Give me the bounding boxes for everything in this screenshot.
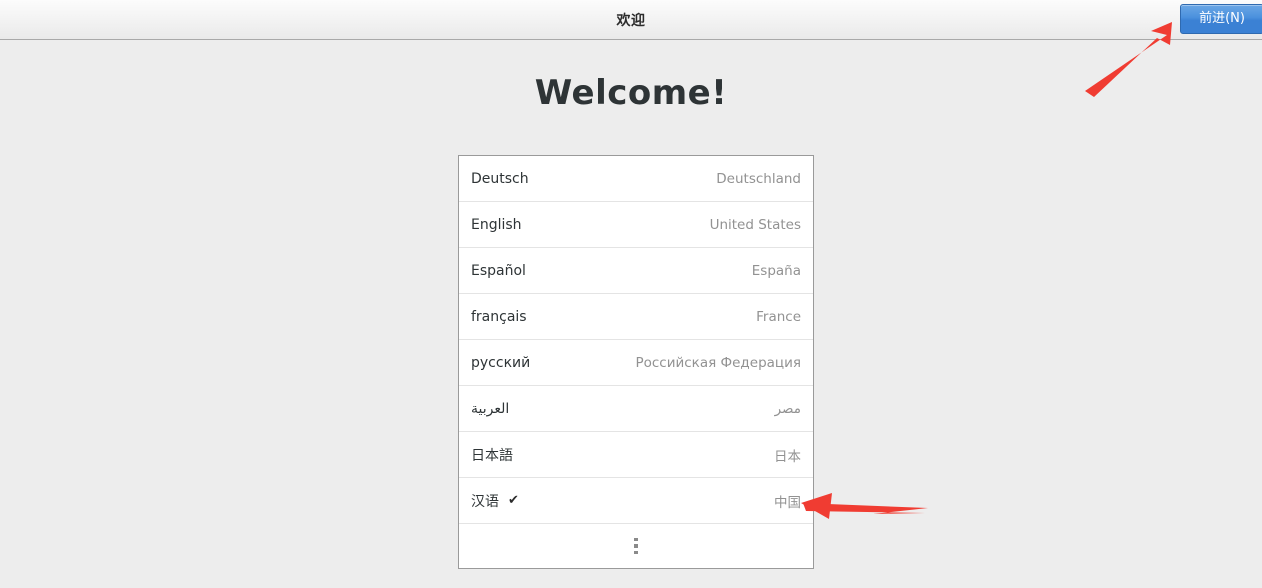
language-name-label: English [471,216,522,233]
more-languages-row[interactable] [459,524,813,568]
language-row[interactable]: 日本語 日本 [459,432,813,478]
language-name: Español [471,263,526,279]
language-region-label: United States [709,216,801,233]
language-name-label: 日本語 [471,447,513,464]
language-row[interactable]: English United States [459,202,813,248]
language-row[interactable]: 汉语 ✔ 中国 [459,478,813,524]
language-row[interactable]: العربية مصر [459,386,813,432]
language-region-label: France [756,308,801,325]
language-region-label: 中国 [774,494,801,511]
language-name-label: français [471,308,527,325]
language-name-label: русский [471,354,531,371]
language-list: Deutsch Deutschland English United States Es… [458,155,814,569]
language-name: français [471,309,527,325]
language-row[interactable]: русский Российская Федерация [459,340,813,386]
language-name-label: العربية [471,400,510,417]
language-row[interactable]: Español España [459,248,813,294]
language-row[interactable]: français France [459,294,813,340]
language-name: Deutsch [471,171,529,187]
check-icon: ✔ [508,493,519,508]
language-row[interactable]: Deutsch Deutschland [459,156,813,202]
language-name: 汉语 ✔ [471,491,519,511]
language-name-label: Deutsch [471,170,529,187]
page-title: Welcome! [534,73,728,113]
more-vertical-icon [634,537,638,555]
language-name: العربية [471,401,509,417]
language-region-label: España [751,262,801,279]
window-title: 欢迎 [616,12,646,29]
language-name-label: Español [471,262,526,279]
language-name: русский [471,355,530,371]
language-region-label: Российская Федерация [635,354,801,371]
language-name: English [471,217,522,233]
window-titlebar: 欢迎 前进(N) [0,0,1262,40]
language-name-label: 汉语 [471,493,499,510]
next-button[interactable]: 前进(N) [1180,4,1262,34]
language-region-label: 日本 [774,448,801,465]
language-name: 日本語 [471,445,513,465]
language-region-label: Deutschland [716,170,801,187]
language-region-label: مصر [774,400,801,417]
main-content: Welcome! Deutsch Deutschland English United… [0,41,1262,588]
